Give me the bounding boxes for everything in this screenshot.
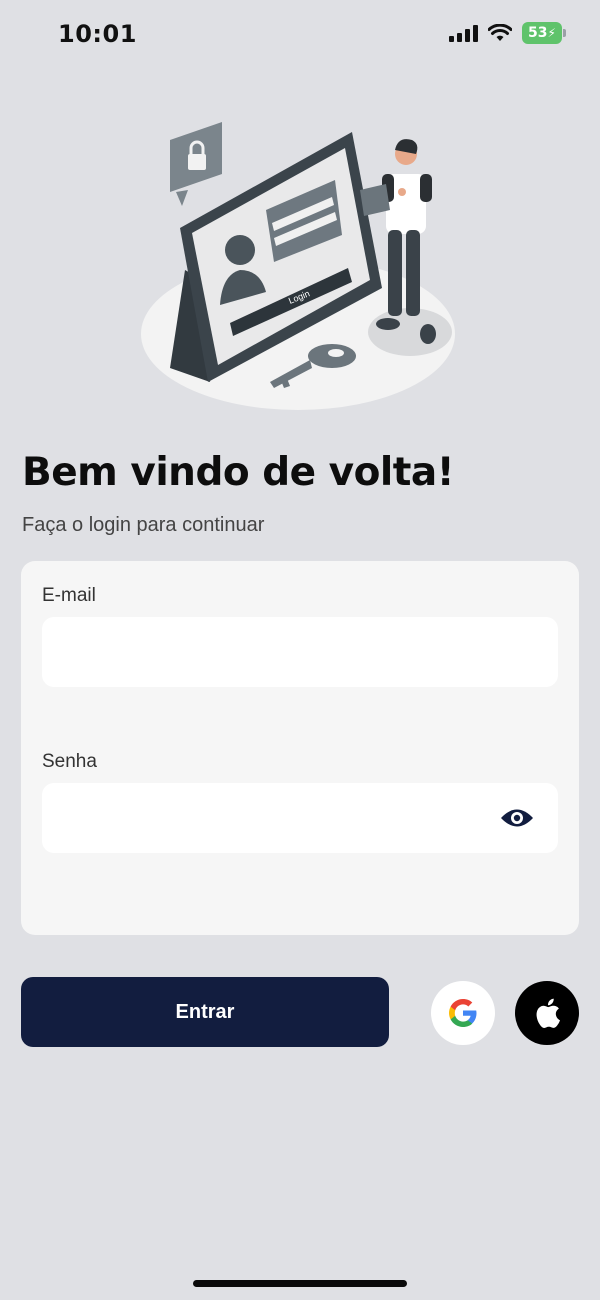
apple-icon <box>536 998 560 1028</box>
login-submit-button[interactable]: Entrar <box>21 977 389 1047</box>
status-bar: 10:01 53 ⚡ <box>0 0 600 70</box>
apple-login-button[interactable] <box>515 981 579 1045</box>
battery-level: 53 <box>528 25 548 41</box>
email-field-container <box>42 617 558 687</box>
google-icon <box>449 999 477 1027</box>
wifi-icon <box>488 24 512 41</box>
status-time: 10:01 <box>58 20 137 48</box>
signal-icon <box>449 24 478 42</box>
password-field-container <box>42 783 558 853</box>
page-subtitle: Faça o login para continuar <box>22 514 265 536</box>
home-indicator <box>193 1280 407 1287</box>
status-icons: 53 ⚡ <box>449 22 566 44</box>
email-field[interactable] <box>42 617 558 687</box>
show-password-eye-icon[interactable] <box>500 805 534 831</box>
password-field[interactable] <box>42 783 558 853</box>
google-login-button[interactable] <box>431 981 495 1045</box>
padlock-icon <box>170 122 222 206</box>
page-title: Bem vindo de volta! <box>22 450 455 495</box>
battery-icon: 53 ⚡ <box>522 22 566 44</box>
login-illustration: Login <box>141 122 455 410</box>
password-label: Senha <box>42 751 97 772</box>
login-form-card: E-mail Senha <box>21 561 579 935</box>
email-label: E-mail <box>42 585 96 606</box>
